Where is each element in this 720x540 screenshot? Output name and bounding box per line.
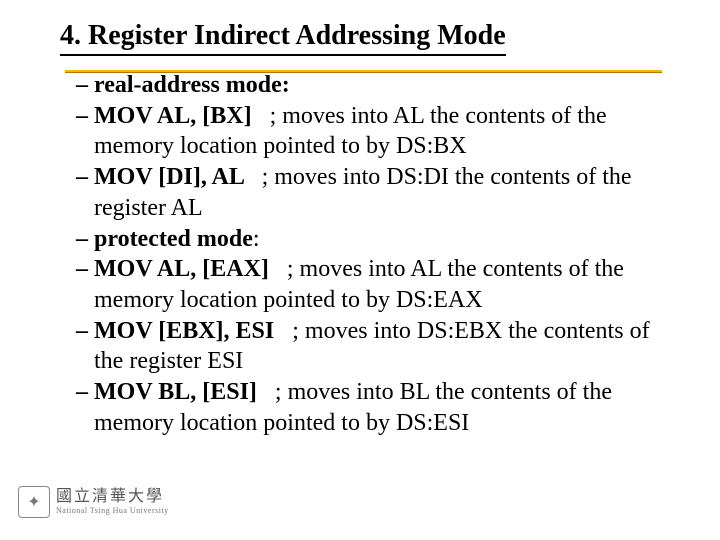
slide-body: – real-address mode: – MOV AL, [BX] ; mo… bbox=[60, 70, 680, 439]
bullet-bold: MOV [DI], AL bbox=[94, 164, 250, 190]
university-name-zh: 國立清華大學 bbox=[56, 489, 169, 505]
bullet-bold: MOV AL, [EAX] bbox=[94, 256, 275, 282]
university-emblem-icon: ✦ bbox=[18, 486, 50, 518]
bullet-dash: – bbox=[76, 103, 94, 129]
bullet-dash: – bbox=[76, 379, 94, 405]
bullet-bold: MOV AL, [BX] bbox=[94, 103, 258, 129]
bullet-dash: – bbox=[76, 256, 94, 282]
bullet-bold: MOV [EBX], ESI bbox=[94, 318, 280, 344]
bullet-item: – MOV [DI], AL ; moves into DS:DI the co… bbox=[60, 162, 680, 223]
bullet-dash: – bbox=[76, 226, 94, 252]
university-name-en: National Tsing Hua University bbox=[56, 507, 169, 515]
bullet-bold: real-address mode: bbox=[94, 72, 290, 98]
bullet-bold: MOV BL, [ESI] bbox=[94, 379, 263, 405]
slide: 4. Register Indirect Addressing Mode – r… bbox=[0, 0, 720, 540]
slide-title: 4. Register Indirect Addressing Mode bbox=[60, 20, 506, 56]
bullet-rest: : bbox=[253, 226, 260, 252]
bullet-dash: – bbox=[76, 72, 94, 98]
bullet-item: – MOV BL, [ESI] ; moves into BL the cont… bbox=[60, 377, 680, 438]
bullet-item: – MOV [EBX], ESI ; moves into DS:EBX the… bbox=[60, 316, 680, 377]
footer-logo: ✦ 國立清華大學 National Tsing Hua University bbox=[18, 486, 169, 518]
bullet-item: – real-address mode: bbox=[60, 70, 680, 101]
bullet-bold: protected mode bbox=[94, 226, 253, 252]
bullet-dash: – bbox=[76, 164, 94, 190]
bullet-dash: – bbox=[76, 318, 94, 344]
university-name: 國立清華大學 National Tsing Hua University bbox=[56, 489, 169, 515]
bullet-item: – MOV AL, [EAX] ; moves into AL the cont… bbox=[60, 254, 680, 315]
bullet-item: – protected mode: bbox=[60, 224, 680, 255]
bullet-item: – MOV AL, [BX] ; moves into AL the conte… bbox=[60, 101, 680, 162]
